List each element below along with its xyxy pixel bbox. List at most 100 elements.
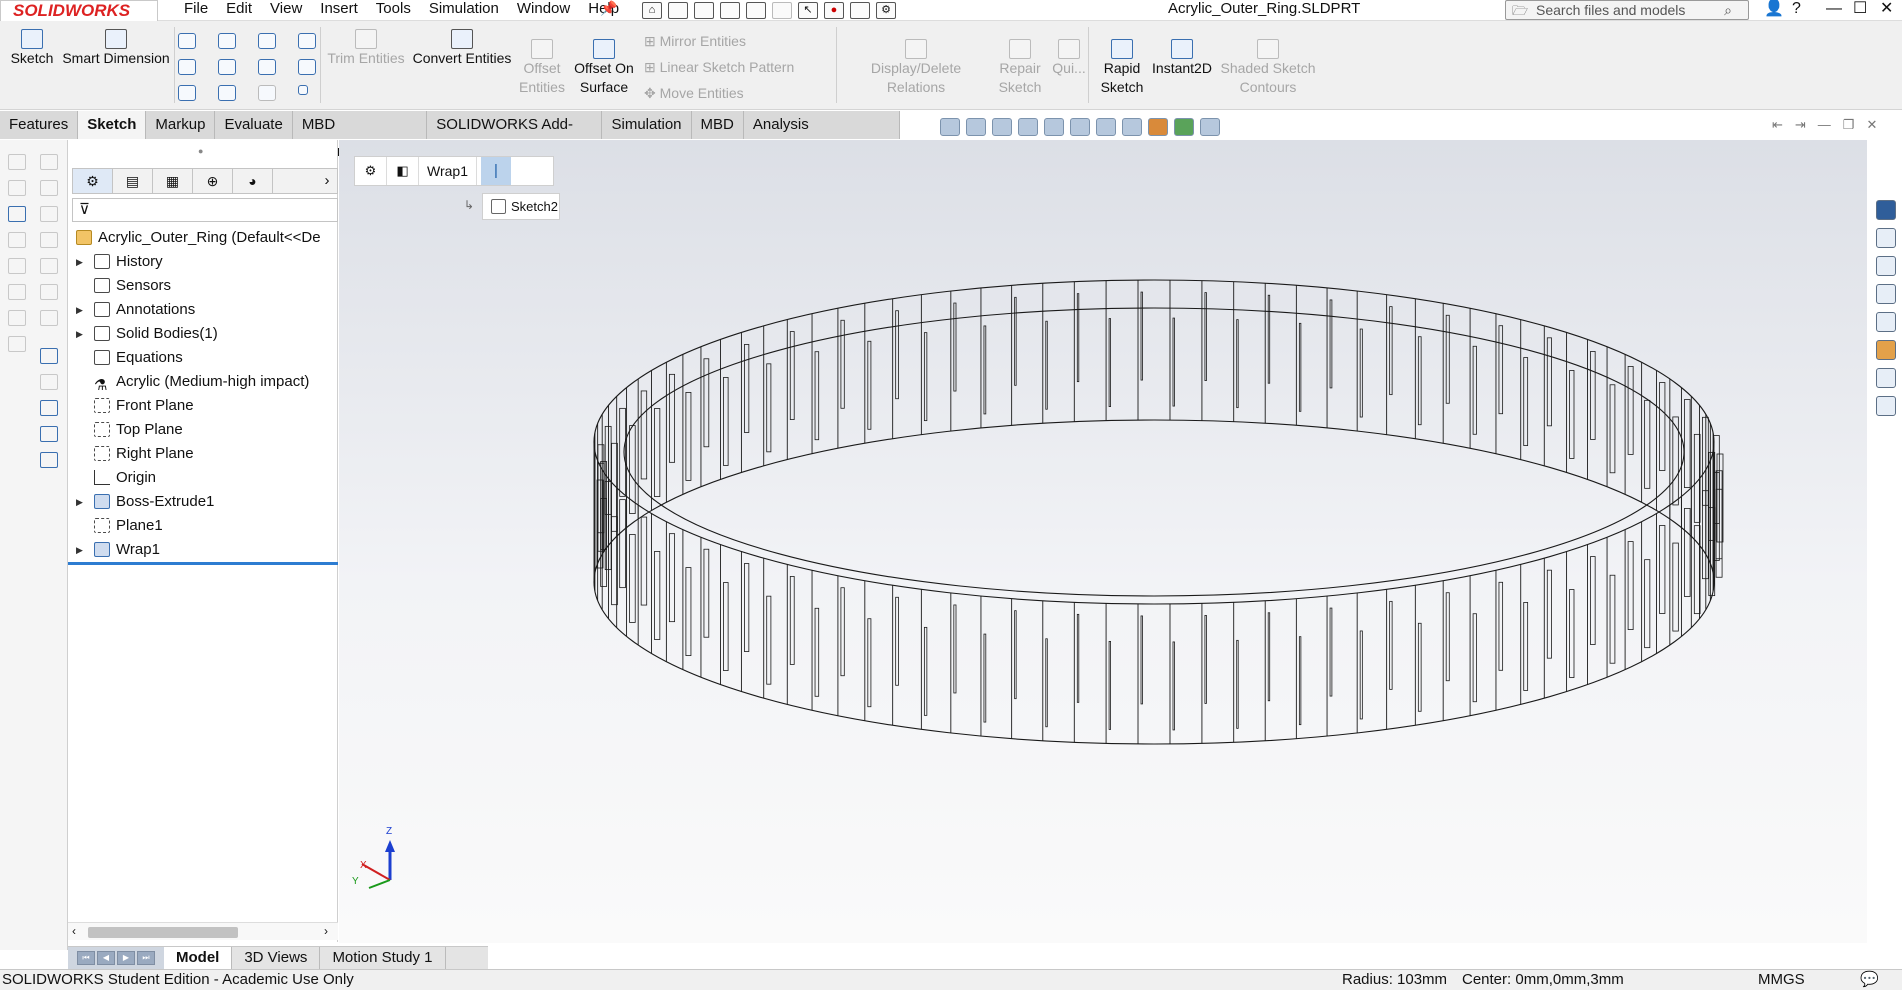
notifications-icon[interactable]: 💬: [1860, 970, 1879, 990]
scrollbar-thumb[interactable]: [88, 927, 238, 938]
dynamic-annotation-icon[interactable]: [1044, 118, 1064, 136]
home-pane-icon[interactable]: [1876, 228, 1896, 248]
strip-tool-icon[interactable]: [40, 452, 58, 468]
plane-tool-icon[interactable]: [298, 85, 308, 95]
apply-scene-icon[interactable]: [1174, 118, 1194, 136]
shaded-sketch-contours-button[interactable]: Shaded Sketch Contours: [1214, 35, 1322, 97]
strip-tool-icon[interactable]: [40, 348, 58, 364]
tab-sketch[interactable]: Sketch: [78, 111, 147, 139]
mirror-entities-button[interactable]: ⊞ Mirror Entities: [644, 30, 746, 52]
spline-tool-icon[interactable]: [258, 33, 276, 49]
tree-filter-input[interactable]: ⊽: [72, 198, 338, 222]
offset-on-surface-button[interactable]: Offset On Surface: [568, 35, 640, 97]
expand-arrow-icon[interactable]: ▶: [76, 322, 83, 346]
strip-tool-icon[interactable]: [40, 232, 58, 248]
strip-tool-icon[interactable]: [40, 206, 58, 222]
smart-dimension-button[interactable]: Smart Dimension: [60, 25, 172, 68]
tab-3d-views[interactable]: 3D Views: [232, 947, 321, 970]
next-tab-icon[interactable]: ▶: [117, 951, 135, 965]
view-orientation-icon[interactable]: [1070, 118, 1090, 136]
offset-entities-button[interactable]: Offset Entities: [516, 35, 568, 97]
strip-tool-icon[interactable]: [40, 180, 58, 196]
file-properties-icon[interactable]: [850, 1, 870, 19]
scroll-right-icon[interactable]: ›: [324, 924, 328, 938]
expand-arrow-icon[interactable]: ▶: [76, 298, 83, 322]
viewport-window-controls[interactable]: ⇤⇥—❐✕: [1772, 117, 1889, 133]
strip-tool-icon[interactable]: [40, 400, 58, 416]
strip-tool-icon[interactable]: [8, 180, 26, 196]
tab-mbd[interactable]: MBD: [692, 111, 744, 139]
section-view-icon[interactable]: [1018, 118, 1038, 136]
strip-tool-icon[interactable]: [8, 154, 26, 170]
hide-show-items-icon[interactable]: [1122, 118, 1142, 136]
chevron-right-icon[interactable]: ›: [317, 169, 337, 193]
quick-snaps-button[interactable]: Qui...: [1050, 35, 1088, 78]
edit-appearance-icon[interactable]: [1148, 118, 1168, 136]
home-icon[interactable]: ⌂: [642, 1, 662, 19]
ring-model[interactable]: [339, 140, 1867, 943]
ring-top-outer-edge[interactable]: [593, 279, 1715, 605]
configuration-manager-tab[interactable]: ▦: [153, 169, 193, 193]
text-tool-icon[interactable]: [298, 59, 316, 75]
linear-pattern-button[interactable]: ⊞ Linear Sketch Pattern: [644, 56, 794, 78]
open-icon[interactable]: [694, 1, 714, 19]
feature-manager-tab[interactable]: ⚙: [73, 169, 113, 193]
menu-view[interactable]: View: [270, 0, 302, 17]
circle-tool-icon[interactable]: [218, 33, 236, 49]
strip-tool-icon[interactable]: [40, 374, 58, 390]
solidworks-logo[interactable]: SOLIDWORKS: [0, 0, 158, 22]
menu-insert[interactable]: Insert: [320, 0, 358, 17]
repair-sketch-button[interactable]: Repair Sketch: [992, 35, 1048, 97]
part-breadcrumb-icon[interactable]: ⚙: [355, 157, 387, 185]
restore-icon[interactable]: ☐: [1853, 0, 1867, 20]
appearances-icon[interactable]: [1876, 340, 1896, 360]
options-gear-icon[interactable]: ⚙: [876, 1, 896, 19]
undo-icon[interactable]: [772, 1, 792, 19]
zoom-to-fit-icon[interactable]: [940, 118, 960, 136]
menu-tools[interactable]: Tools: [376, 0, 411, 17]
tab-motion-study-1[interactable]: Motion Study 1: [320, 947, 446, 970]
minimize-icon[interactable]: —: [1826, 0, 1842, 20]
tab-features[interactable]: Features: [0, 111, 79, 139]
tab-mbd-dimensions[interactable]: MBD Dimensions: [293, 111, 428, 160]
strip-tool-icon[interactable]: [8, 310, 26, 326]
strip-tool-icon[interactable]: [8, 284, 26, 300]
forum-icon[interactable]: [1876, 396, 1896, 416]
polygon-tool-icon[interactable]: [258, 59, 276, 75]
strip-tool-icon[interactable]: [40, 154, 58, 170]
tab-simulation[interactable]: Simulation: [602, 111, 692, 139]
strip-tool-icon[interactable]: [40, 426, 58, 442]
strip-tool-icon[interactable]: [40, 284, 58, 300]
view-palette-icon[interactable]: [1876, 312, 1896, 332]
slot-tool-icon[interactable]: [178, 85, 196, 101]
tab-markup[interactable]: Markup: [146, 111, 216, 139]
rapid-sketch-button[interactable]: Rapid Sketch: [1092, 35, 1152, 97]
move-entities-button[interactable]: ✥ Move Entities: [644, 82, 744, 104]
print-icon[interactable]: [746, 1, 766, 19]
scroll-left-icon[interactable]: ‹: [72, 924, 76, 938]
menu-simulation[interactable]: Simulation: [429, 0, 499, 17]
tab-analysis-preparation[interactable]: Analysis Preparation: [744, 111, 900, 160]
arc-tool-icon[interactable]: [218, 59, 236, 75]
select-icon[interactable]: ↖: [798, 1, 818, 19]
save-icon[interactable]: [720, 1, 740, 19]
menu-window[interactable]: Window: [517, 0, 570, 17]
display-style-icon[interactable]: [1096, 118, 1116, 136]
point-tool-icon[interactable]: [218, 85, 236, 101]
strip-tool-icon[interactable]: [8, 232, 26, 248]
expand-arrow-icon[interactable]: ▶: [76, 490, 83, 514]
tab-evaluate[interactable]: Evaluate: [215, 111, 293, 139]
ring-bottom-edge[interactable]: [593, 419, 1715, 745]
help-icon[interactable]: ?: [1792, 0, 1801, 20]
file-explorer-icon[interactable]: [1876, 284, 1896, 304]
rectangle-tool-icon[interactable]: [178, 59, 196, 75]
panel-grip-icon[interactable]: ●: [198, 146, 203, 156]
convert-entities-button[interactable]: Convert Entities: [410, 25, 514, 68]
new-document-icon[interactable]: [668, 1, 688, 19]
tab-model[interactable]: Model: [164, 947, 233, 970]
menu-edit[interactable]: Edit: [226, 0, 252, 17]
search-icon[interactable]: ⌕: [1724, 1, 1732, 19]
previous-view-icon[interactable]: [992, 118, 1012, 136]
property-manager-tab[interactable]: ▤: [113, 169, 153, 193]
search-input[interactable]: 🗁 Search files and models ⌕: [1505, 0, 1749, 20]
